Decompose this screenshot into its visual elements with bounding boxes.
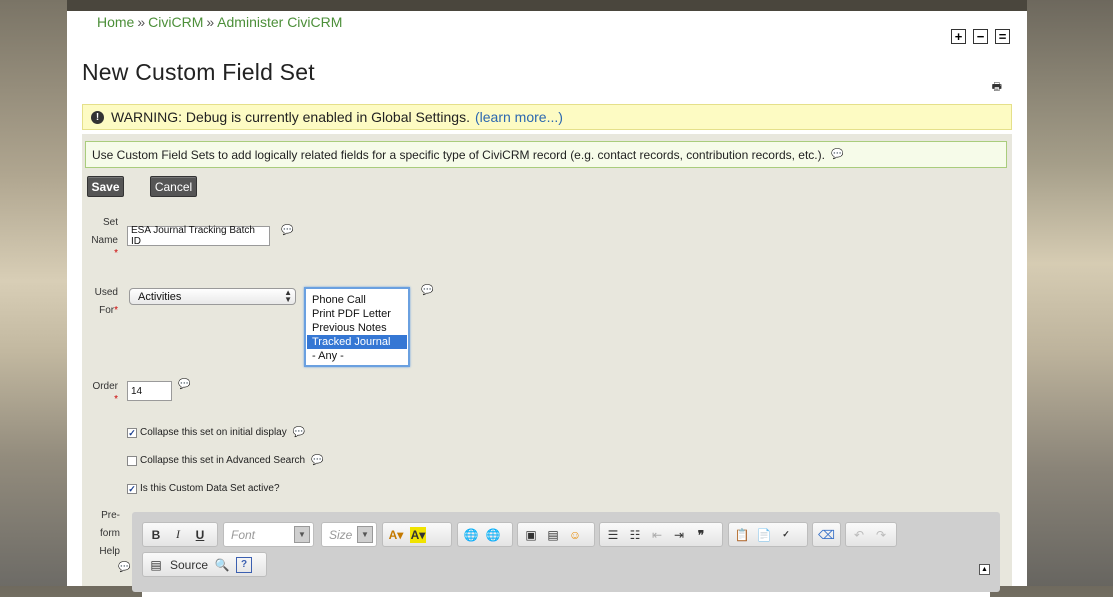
help-icon[interactable]: 💬 <box>831 149 843 160</box>
bullet-list-icon[interactable]: ☷ <box>627 527 643 543</box>
active-checkbox[interactable]: ✓ <box>127 483 137 494</box>
horizontal-rule-icon[interactable]: ▤ <box>545 527 561 543</box>
source-toolbar-group: ▤ Source 🔍 ? <box>142 552 267 577</box>
used-for-select[interactable]: Activities ▲ ▼ <box>129 288 296 305</box>
smiley-icon[interactable]: ☺ <box>567 527 583 543</box>
format-toolbar-group: B I U <box>142 522 218 547</box>
outdent-icon[interactable]: ⇤ <box>649 527 665 543</box>
remove-format-icon[interactable]: ⌫ <box>818 527 835 543</box>
spellcheck-icon[interactable]: ✓ <box>778 527 794 543</box>
page-content: Home» CiviCRM» Administer CiviCRM + − = Ne… <box>67 11 1027 597</box>
debug-warning: ! WARNING: Debug is currently enabled in… <box>82 104 1012 130</box>
warning-text: WARNING: Debug is currently enabled in G… <box>111 109 470 125</box>
blockquote-icon[interactable]: ❞ <box>693 527 709 543</box>
breadcrumb-separator: » <box>137 14 146 30</box>
breadcrumb-civicrm[interactable]: CiviCRM <box>148 14 203 30</box>
rich-text-editor: B I U Font ▼ Size ▼ A▾ A▾ 🌐 🌐 ▣ ▤ ☺ ☰ ☷ … <box>132 512 1000 597</box>
reset-font-icon[interactable]: = <box>995 29 1010 44</box>
order-label: Order * <box>90 378 118 405</box>
history-toolbar-group: ↶ ↷ <box>845 522 897 547</box>
bold-icon[interactable]: B <box>148 527 164 543</box>
collapse-initial-checkbox[interactable]: ✓ <box>127 427 137 438</box>
breadcrumb: Home» CiviCRM» Administer CiviCRM <box>97 14 342 30</box>
list-toolbar-group: ☰ ☷ ⇤ ⇥ ❞ <box>599 522 723 547</box>
cancel-button[interactable]: Cancel <box>150 176 197 197</box>
listbox-option[interactable]: - Any - <box>307 349 407 363</box>
order-help-icon[interactable]: 💬 <box>178 379 190 390</box>
required-marker: * <box>114 394 118 405</box>
link-toolbar-group: 🌐 🌐 <box>457 522 513 547</box>
background-right <box>1027 0 1113 586</box>
paste-text-icon[interactable]: 📋 <box>734 527 750 543</box>
font-size-controls: + − = <box>951 29 1010 44</box>
unlink-icon[interactable]: 🌐 <box>485 527 501 543</box>
preform-help-icon[interactable]: 💬 <box>118 562 130 573</box>
top-bar <box>67 0 1027 11</box>
numbered-list-icon[interactable]: ☰ <box>605 527 621 543</box>
select-arrows-icon: ▲ ▼ <box>284 288 292 304</box>
collapse-advanced-help-icon[interactable]: 💬 <box>311 455 323 466</box>
clipboard-toolbar-group: 📋 📄 ✓ <box>728 522 808 547</box>
set-name-help-icon[interactable]: 💬 <box>281 225 293 236</box>
redo-icon[interactable]: ↷ <box>873 527 889 543</box>
learn-more-link[interactable]: (learn more...) <box>475 109 563 125</box>
breadcrumb-administer[interactable]: Administer CiviCRM <box>217 14 342 30</box>
collapse-initial-row: ✓ Collapse this set on initial display 💬 <box>127 427 306 438</box>
breadcrumb-separator: » <box>206 14 215 30</box>
required-marker: * <box>114 248 118 259</box>
used-for-help-icon[interactable]: 💬 <box>421 285 433 296</box>
image-icon[interactable]: ▣ <box>523 527 539 543</box>
source-icon[interactable]: ▤ <box>148 557 164 573</box>
preform-help-label: Pre- form Help <box>99 510 120 557</box>
custom-field-set-form: Use Custom Field Sets to add logically r… <box>82 134 1012 597</box>
page-title: New Custom Field Set <box>82 59 315 85</box>
set-name-label: Set Name * <box>91 217 118 259</box>
help-question-icon[interactable]: ? <box>236 556 253 573</box>
help-text: Use Custom Field Sets to add logically r… <box>92 147 825 162</box>
dropdown-arrow-icon: ▼ <box>357 526 373 543</box>
breadcrumb-home[interactable]: Home <box>97 14 134 30</box>
dropdown-arrow-icon: ▼ <box>294 526 310 543</box>
underline-icon[interactable]: U <box>192 527 208 543</box>
editor-content-area[interactable] <box>142 592 990 597</box>
active-row: ✓ Is this Custom Data Set active? <box>127 483 280 494</box>
used-for-label: Used For* <box>94 287 118 316</box>
listbox-option[interactable]: Phone Call <box>307 293 407 307</box>
eraser-toolbar-group: ⌫ <box>812 522 841 547</box>
listbox-option-selected[interactable]: Tracked Journal <box>307 335 407 349</box>
insert-toolbar-group: ▣ ▤ ☺ <box>517 522 595 547</box>
set-name-input[interactable]: ESA Journal Tracking Batch ID <box>127 225 270 247</box>
undo-icon[interactable]: ↶ <box>851 527 867 543</box>
collapse-advanced-row: Collapse this set in Advanced Search 💬 <box>127 455 324 466</box>
collapse-toolbar-icon[interactable]: ▲ <box>979 564 990 575</box>
decrease-font-icon[interactable]: − <box>973 29 988 44</box>
save-button[interactable]: Save <box>87 176 124 197</box>
order-input[interactable]: 14 <box>127 381 172 401</box>
used-for-subtype-listbox[interactable]: Phone Call Print PDF Letter Previous Not… <box>304 287 410 367</box>
collapse-advanced-checkbox[interactable] <box>127 455 137 466</box>
link-icon[interactable]: 🌐 <box>463 527 479 543</box>
required-marker: * <box>114 305 118 316</box>
preview-icon[interactable]: 🔍 <box>214 557 230 573</box>
font-combo[interactable]: Font ▼ <box>223 522 314 547</box>
indent-icon[interactable]: ⇥ <box>671 527 687 543</box>
italic-icon[interactable]: I <box>170 527 186 543</box>
collapse-initial-help-icon[interactable]: 💬 <box>293 427 305 438</box>
listbox-option[interactable]: Print PDF Letter <box>307 307 407 321</box>
color-toolbar-group: A▾ A▾ <box>382 522 452 547</box>
size-combo[interactable]: Size ▼ <box>321 522 377 547</box>
background-left <box>0 0 68 586</box>
paste-word-icon[interactable]: 📄 <box>756 527 772 543</box>
text-color-icon[interactable]: A▾ <box>388 527 404 543</box>
bg-color-icon[interactable]: A▾ <box>410 526 426 543</box>
source-button-label[interactable]: Source <box>170 558 208 572</box>
listbox-option[interactable]: Previous Notes <box>307 321 407 335</box>
increase-font-icon[interactable]: + <box>951 29 966 44</box>
help-box: Use Custom Field Sets to add logically r… <box>85 141 1007 168</box>
info-icon: ! <box>91 110 104 124</box>
print-icon[interactable]: 🖶 <box>992 78 1002 97</box>
